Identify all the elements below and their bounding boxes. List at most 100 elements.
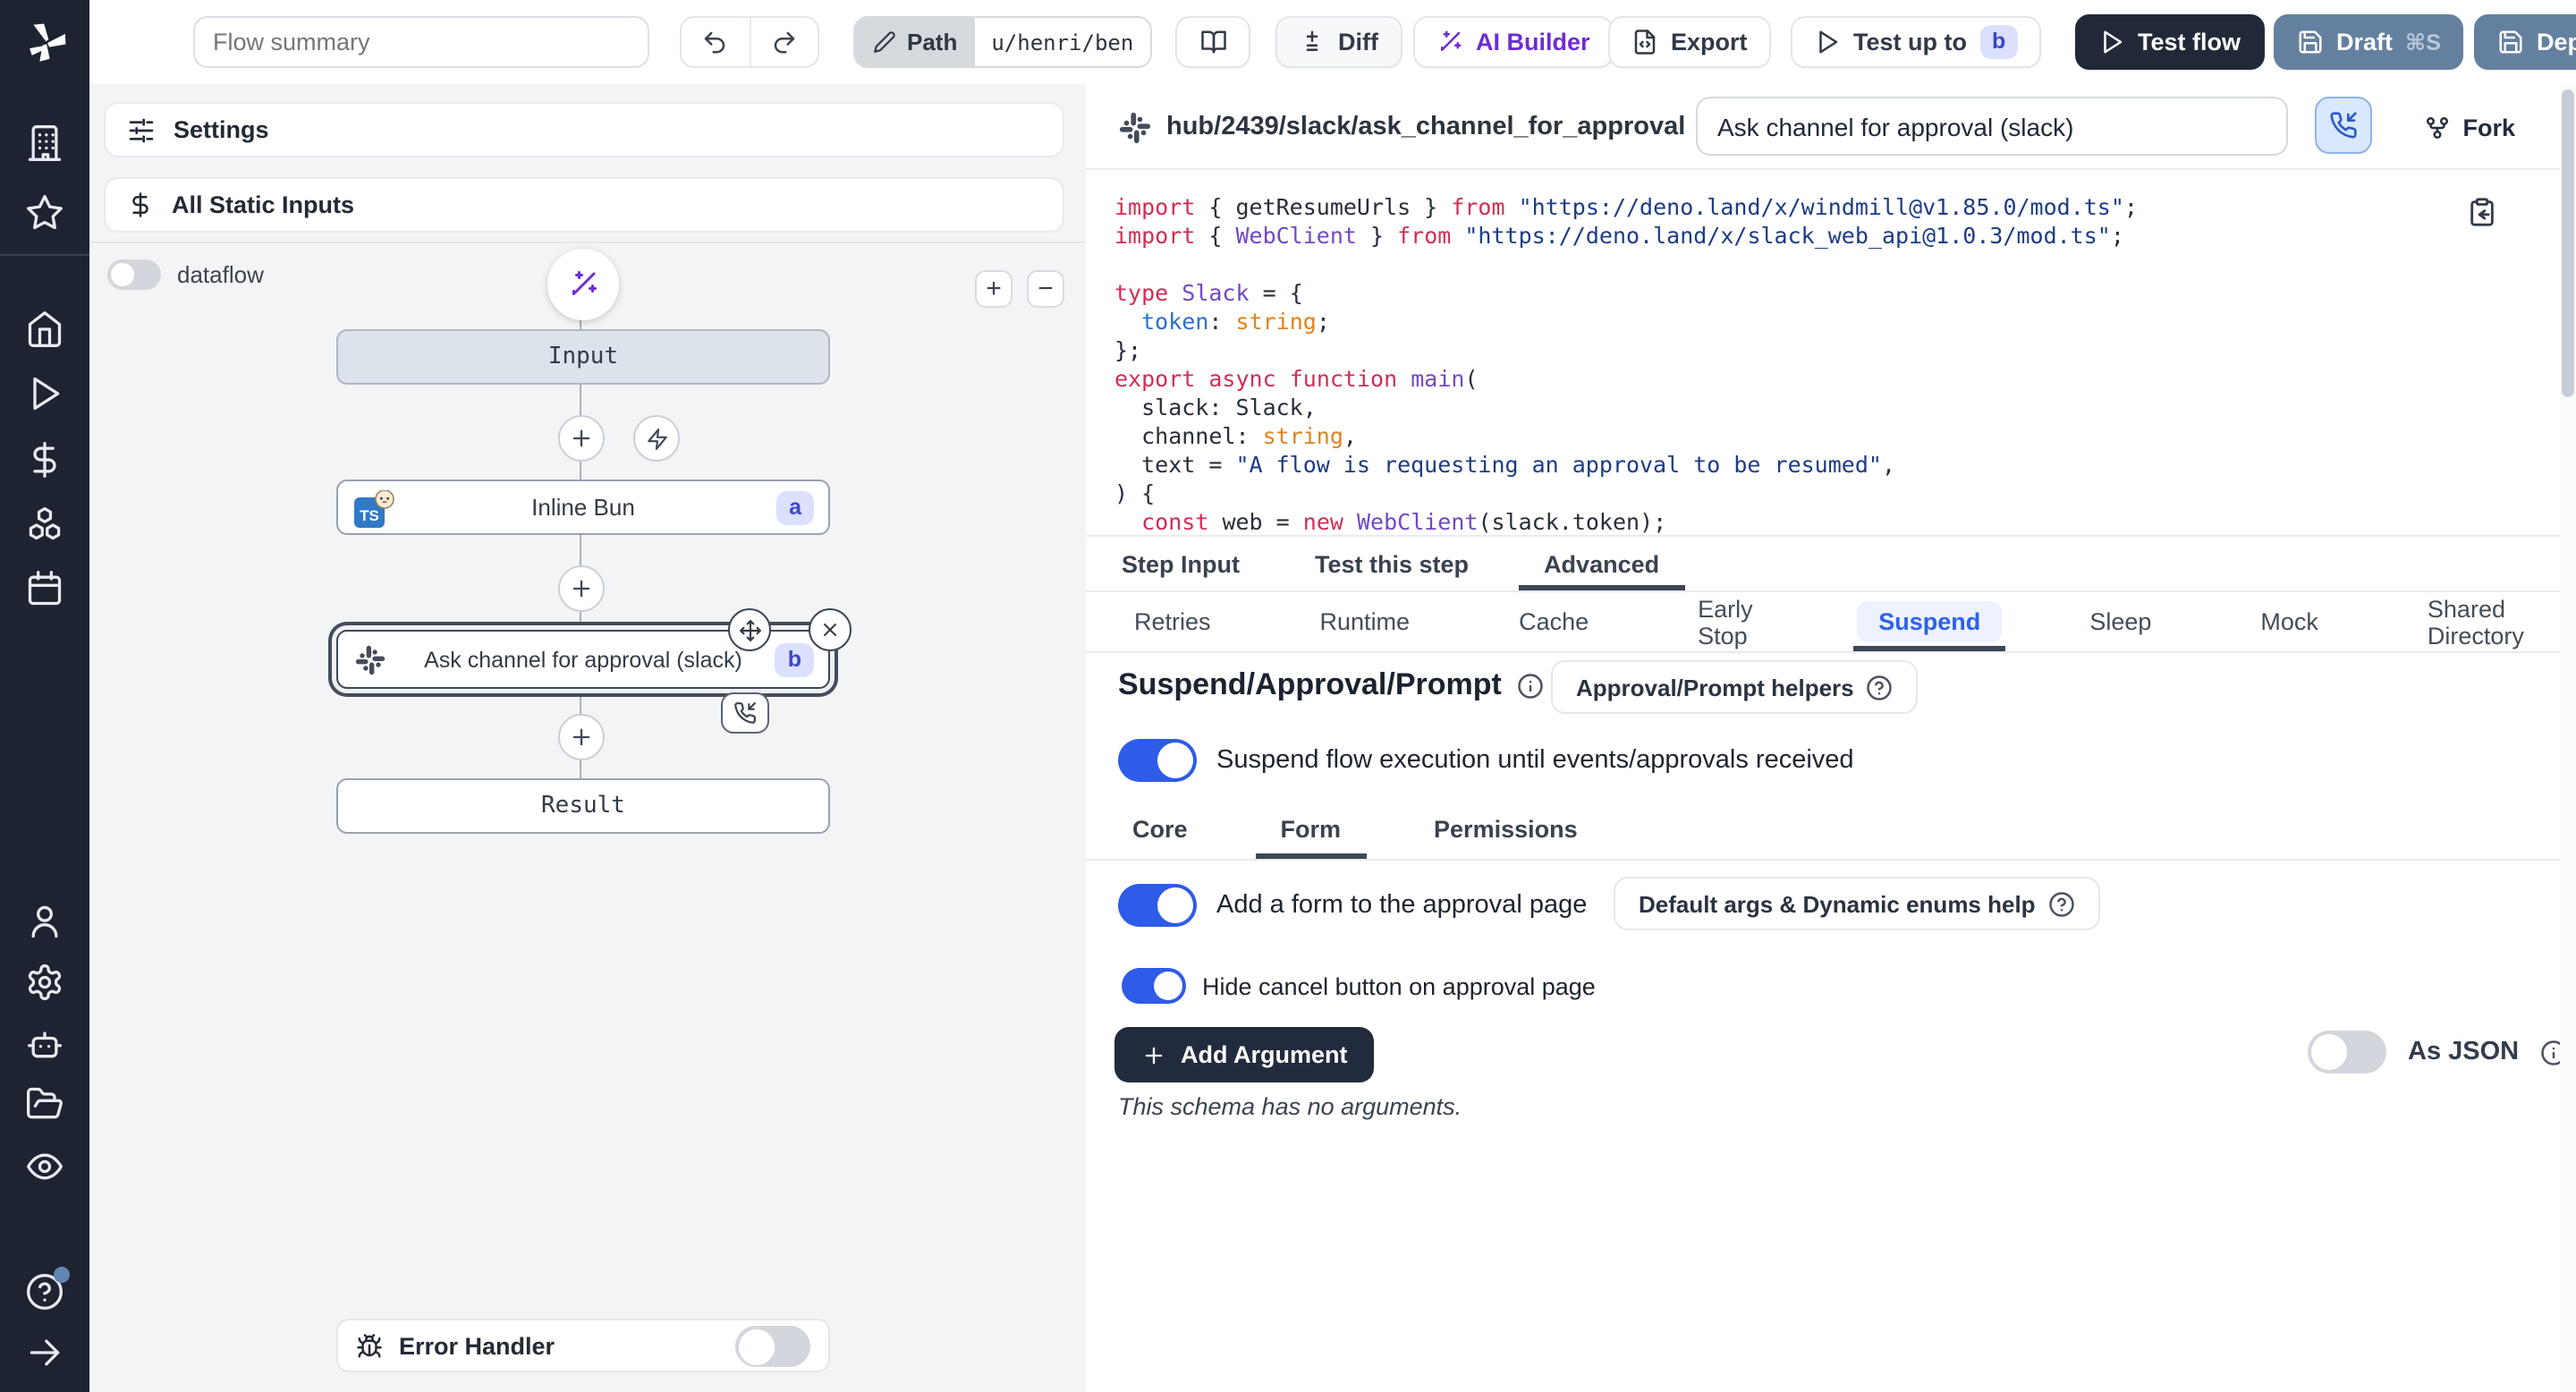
- sidebar-item-calendar-icon[interactable]: [25, 569, 64, 608]
- add-form-row: Add a form to the approval page: [1118, 884, 1587, 927]
- tab-retries[interactable]: Retries: [1109, 592, 1236, 651]
- hide-cancel-toggle[interactable]: [1122, 968, 1186, 1004]
- play-icon: [1814, 29, 1841, 55]
- sidebar-item-eye-icon[interactable]: [25, 1147, 64, 1186]
- sidebar-item-play-icon[interactable]: [25, 374, 64, 413]
- path-value[interactable]: u/henri/ben: [975, 18, 1149, 66]
- code-content[interactable]: import { getResumeUrls } from "https://d…: [1114, 193, 2138, 537]
- sidebar-item-bot-icon[interactable]: [25, 1023, 64, 1063]
- add-step-button[interactable]: [558, 714, 605, 760]
- as-json-toggle[interactable]: [2308, 1031, 2386, 1074]
- add-trigger-button[interactable]: [633, 415, 680, 462]
- sidebar-item-arrow-right-icon[interactable]: [25, 1333, 64, 1372]
- helpers-label: Approval/Prompt helpers: [1576, 674, 1854, 700]
- sidebar-item-building-icon[interactable]: [25, 123, 64, 163]
- step-name-input[interactable]: [1696, 97, 2288, 156]
- code-editor[interactable]: import { getResumeUrls } from "https://d…: [1086, 170, 2576, 537]
- diff-button[interactable]: Diff: [1275, 16, 1402, 68]
- step-a-badge: a: [776, 490, 814, 524]
- add-step-button[interactable]: [558, 565, 605, 612]
- redo-button[interactable]: [749, 18, 818, 66]
- tab-runtime[interactable]: Runtime: [1295, 592, 1436, 651]
- copy-code-button[interactable]: [2467, 197, 2497, 227]
- error-handler-card[interactable]: Error Handler: [336, 1319, 830, 1372]
- export-button[interactable]: Export: [1608, 16, 1771, 68]
- suspend-indicator-button[interactable]: [2315, 97, 2372, 154]
- sidebar-item-help-icon[interactable]: [25, 1272, 64, 1311]
- git-fork-icon: [2423, 114, 2450, 140]
- undo-button[interactable]: [682, 18, 749, 66]
- tab-core[interactable]: Core: [1107, 800, 1213, 859]
- wand-sparkles-icon: [1436, 29, 1463, 55]
- draft-button[interactable]: Draft ⌘S: [2274, 14, 2464, 70]
- move-node-button[interactable]: [728, 608, 771, 651]
- add-form-toggle[interactable]: [1118, 884, 1197, 927]
- docs-button[interactable]: [1175, 16, 1250, 68]
- test-flow-button[interactable]: Test flow: [2075, 14, 2264, 70]
- suspend-toggle[interactable]: [1118, 739, 1197, 782]
- delete-node-button[interactable]: [809, 608, 852, 651]
- input-node[interactable]: Input: [336, 329, 830, 385]
- tab-advanced[interactable]: Advanced: [1519, 537, 1684, 590]
- sidebar-item-home-icon[interactable]: [25, 310, 64, 349]
- scrollbar-thumb[interactable]: [2562, 89, 2574, 397]
- all-static-inputs-button[interactable]: All Static Inputs: [104, 177, 1064, 233]
- sidebar-item-dollar-icon[interactable]: [25, 440, 64, 480]
- path-group: Path u/henri/ben: [853, 16, 1151, 68]
- tab-step-input[interactable]: Step Input: [1097, 537, 1265, 590]
- fork-button[interactable]: Fork: [2423, 84, 2515, 170]
- windmill-logo[interactable]: [0, 0, 89, 84]
- flow-summary-input[interactable]: [193, 16, 649, 68]
- dataflow-toggle[interactable]: [107, 259, 161, 290]
- tab-suspend[interactable]: Suspend: [1853, 592, 2005, 651]
- tab-sleep[interactable]: Sleep: [2064, 592, 2176, 651]
- test-up-to-button[interactable]: Test up to b: [1791, 16, 2041, 68]
- zoom-out-button[interactable]: −: [1027, 270, 1064, 308]
- play-icon: [2098, 29, 2125, 55]
- hub-path: hub/2439/slack/ask_channel_for_approval: [1118, 84, 1685, 170]
- suspend-toggle-label: Suspend flow execution until events/appr…: [1216, 746, 1854, 775]
- sidebar-item-user-icon[interactable]: [25, 902, 64, 941]
- topbar: Path u/henri/ben Diff AI Builder Export …: [89, 0, 2576, 86]
- code-line: export async function main(: [1114, 365, 2138, 394]
- step-a-label: Inline Bun: [531, 494, 635, 521]
- tab-cache[interactable]: Cache: [1494, 592, 1614, 651]
- settings-button[interactable]: Settings: [104, 102, 1064, 157]
- code-line: channel: string,: [1114, 422, 2138, 451]
- info-icon: [1518, 672, 1545, 699]
- sidebar-item-settings-icon[interactable]: [25, 963, 64, 1002]
- approval-prompt-helpers-button[interactable]: Approval/Prompt helpers: [1551, 660, 1919, 714]
- step-detail-panel: hub/2439/slack/ask_channel_for_approval …: [1086, 84, 2576, 1392]
- code-line: [1114, 250, 2138, 279]
- add-step-button[interactable]: [558, 415, 605, 462]
- path-button[interactable]: Path: [855, 18, 975, 66]
- sidebar-item-folder-open-icon[interactable]: [25, 1084, 64, 1124]
- add-argument-button[interactable]: Add Argument: [1114, 1027, 1375, 1082]
- deploy-button[interactable]: Deploy: [2474, 14, 2576, 70]
- advanced-tabs: Retries Runtime Cache Early Stop Suspend Slee…: [1086, 592, 2576, 653]
- export-label: Export: [1671, 29, 1748, 55]
- tab-early-stop[interactable]: Early Stop: [1673, 592, 1794, 651]
- help-circle-icon: [1867, 674, 1894, 700]
- tab-permissions[interactable]: Permissions: [1409, 800, 1603, 859]
- zoom-in-button[interactable]: +: [975, 270, 1013, 308]
- error-handler-toggle[interactable]: [735, 1325, 810, 1366]
- static-inputs-label: All Static Inputs: [172, 191, 354, 218]
- tab-form[interactable]: Form: [1256, 800, 1367, 859]
- result-node[interactable]: Result: [336, 778, 830, 834]
- ai-builder-button[interactable]: AI Builder: [1413, 16, 1614, 68]
- tab-shared-directory[interactable]: Shared Directory: [2402, 592, 2576, 651]
- tab-mock[interactable]: Mock: [2235, 592, 2343, 651]
- scrollbar-track[interactable]: [2560, 84, 2576, 1392]
- input-node-label: Input: [548, 344, 618, 370]
- test-up-to-label: Test up to: [1853, 29, 1967, 55]
- ai-flow-button[interactable]: [547, 249, 619, 320]
- sidebar-divider: [0, 254, 89, 256]
- default-args-help-button[interactable]: Default args & Dynamic enums help: [1614, 877, 2100, 930]
- step-a-node[interactable]: TS Inline Bun a: [336, 480, 830, 535]
- move-icon: [738, 618, 761, 641]
- sidebar-item-boxes-icon[interactable]: [25, 505, 64, 544]
- sidebar-item-star-icon[interactable]: [25, 193, 64, 233]
- tab-test-this-step[interactable]: Test this step: [1290, 537, 1494, 590]
- code-line: import { WebClient } from "https://deno.…: [1114, 222, 2138, 250]
